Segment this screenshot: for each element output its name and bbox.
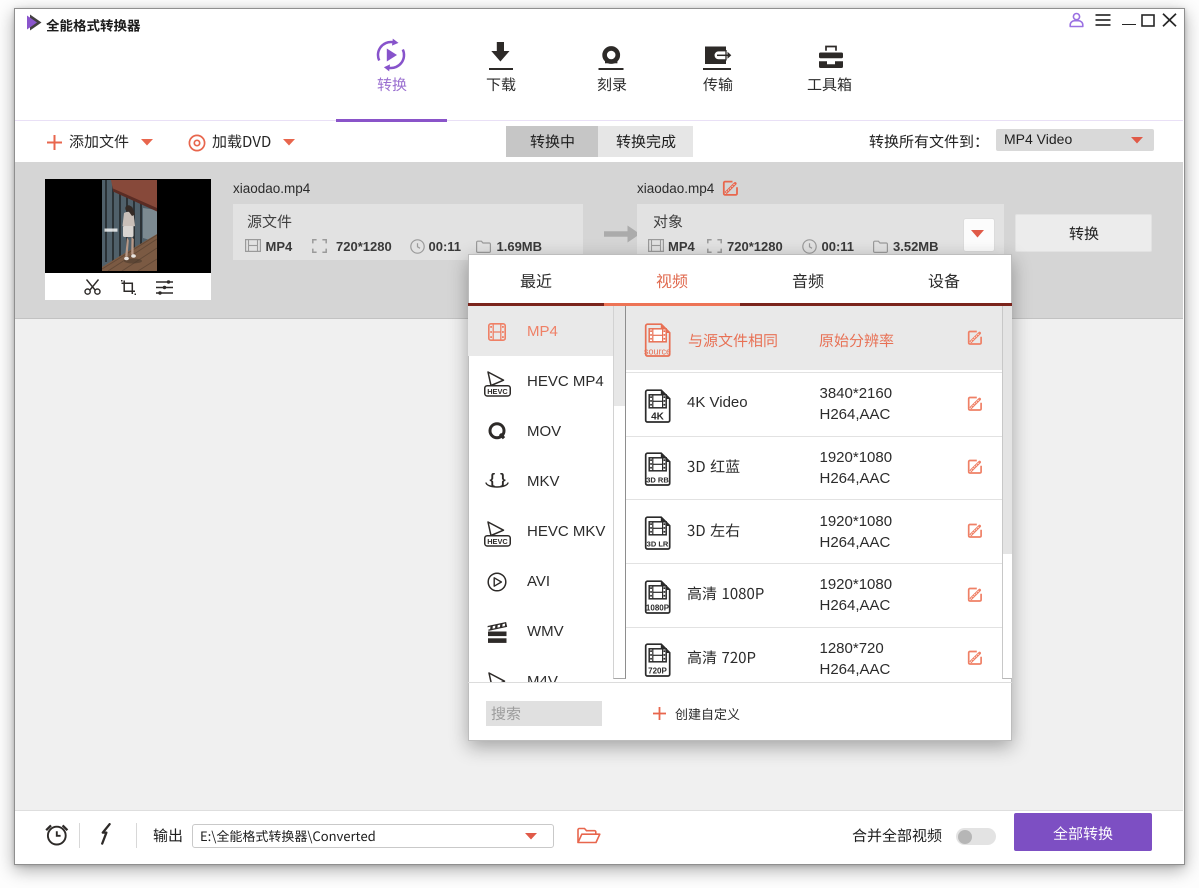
svg-text:1080P: 1080P <box>646 603 670 612</box>
svg-text:3D LR: 3D LR <box>647 540 669 549</box>
svg-text:4K: 4K <box>651 411 665 422</box>
svg-text:source: source <box>644 346 671 356</box>
svg-text:HEVC: HEVC <box>487 387 508 396</box>
svg-text:720P: 720P <box>648 667 667 676</box>
svg-text:3D RB: 3D RB <box>646 476 669 485</box>
svg-text:HEVC: HEVC <box>487 537 508 546</box>
